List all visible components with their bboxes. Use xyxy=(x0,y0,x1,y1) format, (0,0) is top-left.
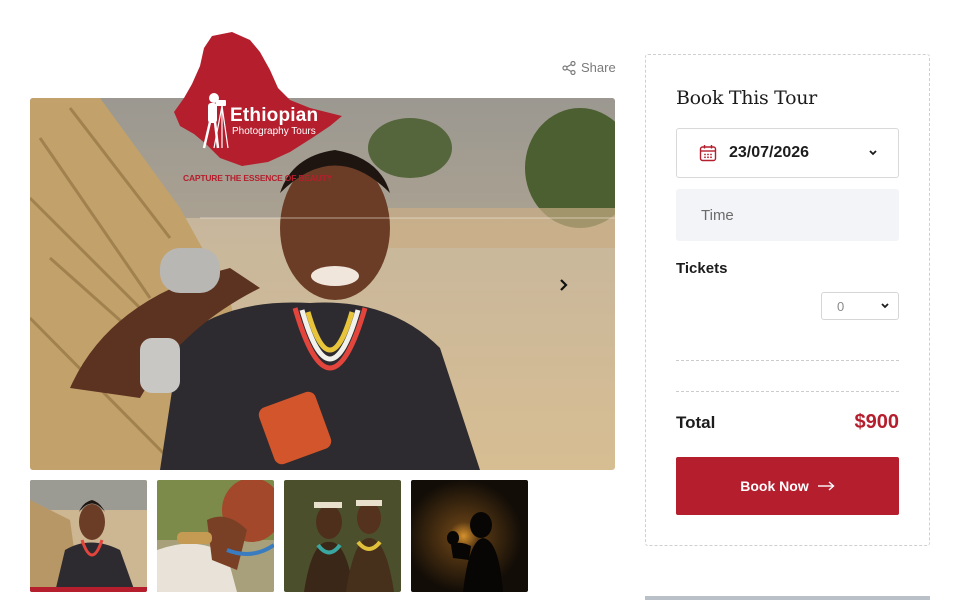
logo-tagline: CAPTURE THE ESSENCE OF BEAUTY xyxy=(183,173,333,183)
book-now-label: Book Now xyxy=(740,478,809,494)
share-label: Share xyxy=(581,60,616,75)
booking-card: Book This Tour 23/07/2026 Tickets xyxy=(645,54,930,546)
thumbnail-4[interactable] xyxy=(411,480,528,592)
thumbnail-strip xyxy=(30,480,528,592)
thumbnail-2[interactable] xyxy=(157,480,274,592)
chevron-down-icon xyxy=(881,303,889,309)
thumb-woman-braided-hair xyxy=(157,480,274,592)
book-now-button[interactable]: Book Now xyxy=(676,457,899,515)
share-icon xyxy=(562,60,576,75)
chevron-right-icon xyxy=(560,279,568,291)
thumb-smiling-girl xyxy=(30,480,147,592)
total-label: Total xyxy=(676,413,716,432)
chevron-down-icon xyxy=(869,150,877,156)
arrow-right-icon xyxy=(817,481,835,491)
next-section-edge xyxy=(645,596,930,600)
date-value: 23/07/2026 xyxy=(729,144,810,161)
share-button[interactable]: Share xyxy=(562,60,616,75)
brand-logo: Ethiopian Photography Tours CAPTURE THE … xyxy=(170,30,350,190)
booking-title: Book This Tour xyxy=(676,87,817,109)
divider xyxy=(676,360,899,361)
thumbnail-1[interactable] xyxy=(30,480,147,592)
divider xyxy=(676,391,899,392)
tickets-value: 0 xyxy=(837,298,845,314)
date-picker[interactable]: 23/07/2026 xyxy=(676,128,899,178)
thumb-silhouette-sunset xyxy=(411,480,528,592)
tour-page: Ethiopian Photography Tours CAPTURE THE … xyxy=(0,0,960,600)
tickets-label: Tickets xyxy=(676,260,728,277)
time-input[interactable] xyxy=(676,189,899,241)
logo-title: Ethiopian xyxy=(230,105,319,126)
tickets-quantity-select[interactable]: 0 xyxy=(821,292,899,320)
calendar-icon xyxy=(699,145,717,162)
thumbnail-3[interactable] xyxy=(284,480,401,592)
thumb-two-warriors xyxy=(284,480,401,592)
logo-subtitle: Photography Tours xyxy=(232,126,316,137)
gallery-next-button[interactable] xyxy=(551,272,577,298)
total-price: $900 xyxy=(854,411,900,433)
